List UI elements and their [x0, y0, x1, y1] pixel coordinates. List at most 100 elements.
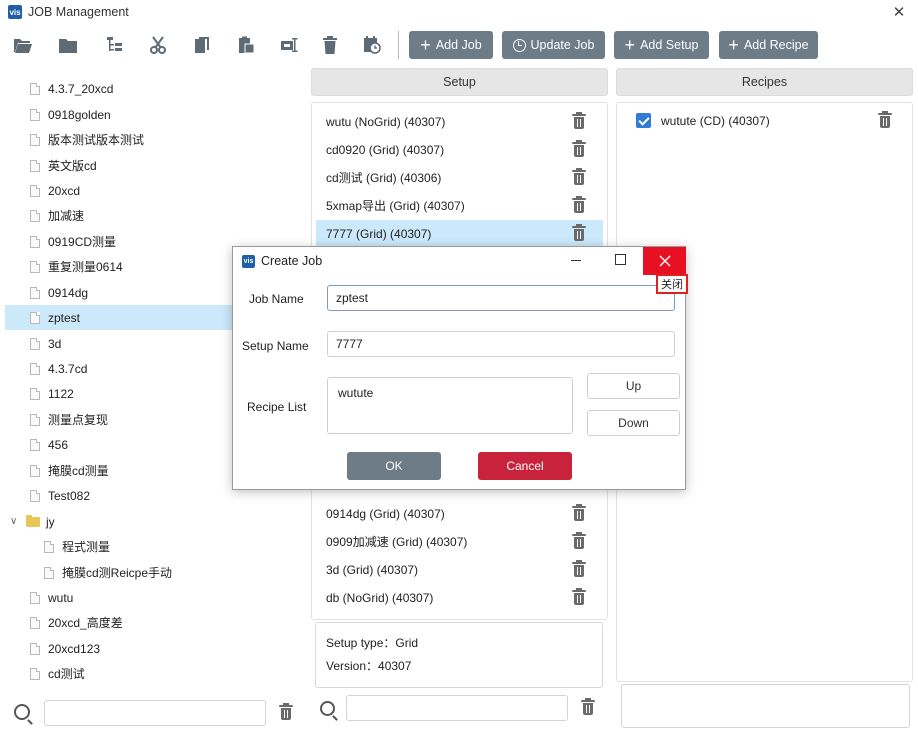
rename-icon[interactable]	[279, 35, 299, 55]
tree-structure-icon[interactable]	[105, 35, 125, 55]
minimize-button[interactable]	[571, 260, 581, 261]
setup-item-label: wutu (NoGrid) (40307)	[326, 114, 446, 129]
setup-item-label: 7777 (Grid) (40307)	[326, 226, 432, 241]
document-icon	[30, 108, 40, 121]
tree-item[interactable]: 掩膜cd测Reicpe手动	[44, 560, 300, 585]
trash-icon[interactable]	[878, 111, 892, 128]
document-icon	[30, 209, 40, 222]
tree-item-label: 20xcd123	[48, 641, 101, 656]
document-icon	[30, 311, 40, 324]
trash-icon[interactable]	[572, 168, 586, 185]
tree-search-input[interactable]	[44, 700, 266, 726]
tree-item-label: cd测试	[48, 667, 85, 681]
document-icon	[30, 642, 40, 655]
tree-item[interactable]: 程式测量	[44, 534, 300, 559]
open-folder-icon[interactable]	[13, 35, 33, 55]
trash-icon[interactable]	[572, 196, 586, 213]
setup-search-input[interactable]	[346, 695, 568, 721]
setup-item[interactable]: 3d (Grid) (40307)	[316, 556, 603, 583]
folder-icon[interactable]	[58, 35, 78, 55]
setup-type-text: Setup type：Grid	[326, 636, 419, 650]
job-name-field[interactable]: zptest	[327, 285, 675, 311]
tree-item[interactable]: 4.3.7_20xcd	[30, 76, 300, 101]
setup-item-selected[interactable]: 7777 (Grid) (40307)	[316, 220, 603, 247]
setup-item[interactable]: cd测试 (Grid) (40306)	[316, 164, 603, 191]
setup-item-label: 0909加减速 (Grid) (40307)	[326, 535, 468, 549]
window-close-button[interactable]: ✕	[890, 3, 908, 21]
up-button[interactable]: Up	[587, 373, 680, 399]
setup-name-field[interactable]: 7777	[327, 331, 675, 357]
trash-icon[interactable]	[572, 140, 586, 157]
tree-item[interactable]: 加减速	[30, 203, 300, 228]
setup-item[interactable]: 0909加减速 (Grid) (40307)	[316, 528, 603, 555]
copy-icon[interactable]	[192, 35, 212, 55]
paste-icon[interactable]	[236, 35, 256, 55]
setup-item[interactable]: 5xmap导出 (Grid) (40307)	[316, 192, 603, 219]
tree-item[interactable]: 20xcd_高度差	[30, 610, 300, 635]
search-icon[interactable]	[320, 701, 335, 716]
trash-icon[interactable]	[572, 532, 586, 549]
setup-item[interactable]: 0914dg (Grid) (40307)	[316, 500, 603, 527]
tree-item-label: 掩膜cd测Reicpe手动	[62, 566, 173, 580]
document-icon	[30, 413, 40, 426]
recipe-checkbox[interactable]	[636, 113, 651, 128]
trash-icon[interactable]	[572, 112, 586, 129]
add-recipe-button[interactable]: + Add Recipe	[719, 31, 818, 59]
ok-button[interactable]: OK	[347, 452, 441, 480]
tree-item[interactable]: 20xcd	[30, 178, 300, 203]
cancel-button[interactable]: Cancel	[478, 452, 572, 480]
tree-item[interactable]: cd测试	[30, 661, 300, 686]
recipe-item[interactable]: wutute (CD) (40307)	[636, 113, 770, 128]
search-icon[interactable]	[14, 704, 30, 720]
trash-icon[interactable]	[572, 504, 586, 521]
setup-item-label: 0914dg (Grid) (40307)	[326, 506, 445, 521]
recipe-notes-input[interactable]	[621, 684, 910, 728]
setup-item-label: 5xmap导出 (Grid) (40307)	[326, 199, 465, 213]
add-setup-label: Add Setup	[640, 38, 699, 52]
setup-version-text: Version：40307	[326, 659, 412, 673]
trash-icon[interactable]	[279, 703, 293, 720]
tree-item-label: 456	[48, 437, 69, 452]
add-job-button[interactable]: + Add Job	[409, 31, 493, 59]
down-button[interactable]: Down	[587, 410, 680, 436]
tree-item-label: Test082	[48, 488, 91, 503]
document-icon	[30, 591, 40, 604]
trash-icon[interactable]	[572, 588, 586, 605]
tree-folder[interactable]: ∨ jy	[10, 509, 300, 534]
document-icon	[30, 260, 40, 273]
tree-item-label: 版本测试版本测试	[48, 133, 145, 147]
add-setup-button[interactable]: + Add Setup	[614, 31, 709, 59]
tree-item[interactable]: 英文版cd	[30, 153, 300, 178]
tree-item[interactable]: 0918golden	[30, 102, 300, 127]
setup-item[interactable]: wutu (NoGrid) (40307)	[316, 108, 603, 135]
schedule-icon[interactable]	[362, 35, 382, 55]
tree-item[interactable]: 版本测试版本测试	[30, 127, 300, 152]
trash-icon[interactable]	[581, 698, 595, 715]
add-recipe-label: Add Recipe	[743, 38, 809, 52]
delete-icon[interactable]	[320, 35, 340, 55]
recipe-list-item[interactable]: wutute	[338, 386, 562, 400]
document-icon	[30, 667, 40, 680]
setup-item[interactable]: db (NoGrid) (40307)	[316, 584, 603, 611]
document-icon	[30, 387, 40, 400]
tree-item[interactable]: 20xcd123	[30, 636, 300, 661]
document-icon	[30, 286, 40, 299]
tree-item-label: 4.3.7_20xcd	[48, 81, 114, 96]
trash-icon[interactable]	[572, 560, 586, 577]
recipe-list-box[interactable]: wutute	[327, 377, 573, 434]
maximize-button[interactable]	[615, 254, 626, 265]
folder-icon	[26, 514, 40, 527]
tree-item-label: 程式测量	[62, 540, 111, 554]
update-job-button[interactable]: Update Job	[502, 31, 605, 59]
trash-icon[interactable]	[572, 224, 586, 241]
dialog-close-button[interactable]	[643, 247, 686, 275]
setup-info-box: Setup type：Grid Version：40307	[315, 622, 603, 688]
document-icon	[30, 489, 40, 502]
document-icon	[30, 362, 40, 375]
tree-item-label: 掩膜cd测量	[48, 464, 109, 478]
chevron-down-icon[interactable]: ∨	[10, 516, 22, 527]
document-icon	[30, 235, 40, 248]
setup-item[interactable]: cd0920 (Grid) (40307)	[316, 136, 603, 163]
cut-icon[interactable]	[148, 35, 168, 55]
tree-item[interactable]: wutu	[30, 585, 300, 610]
